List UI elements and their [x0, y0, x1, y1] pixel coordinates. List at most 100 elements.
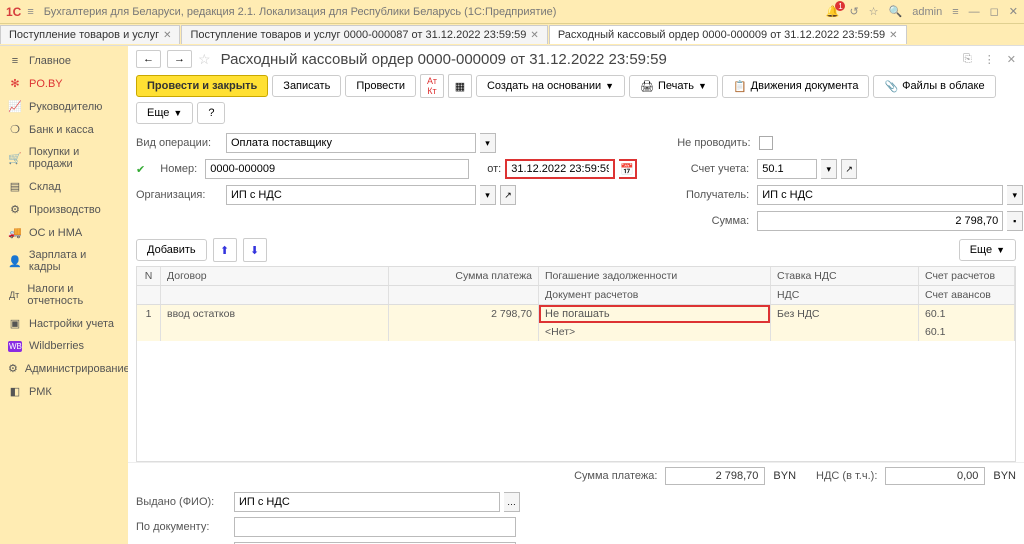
sidebar-item-os[interactable]: 🚚ОС и НМА — [0, 221, 128, 244]
help-button[interactable]: ? — [197, 102, 225, 124]
operation-type-dropdown-icon[interactable]: ▾ — [480, 133, 496, 153]
sidebar-item-tax[interactable]: ДтНалоги и отчетность — [0, 278, 128, 312]
history-icon[interactable]: ↺ — [849, 5, 858, 18]
sum-calc-icon[interactable]: ▪ — [1007, 211, 1023, 231]
issued-input[interactable] — [234, 492, 500, 512]
maximize-icon[interactable]: ◻ — [990, 5, 999, 18]
sidebar-item-stock[interactable]: ▤Склад — [0, 175, 128, 198]
number-input[interactable] — [205, 159, 469, 179]
sidebar-item-poby[interactable]: ✻PO.BY — [0, 72, 128, 95]
cell-n[interactable]: 1 — [137, 305, 161, 323]
main-menu-icon[interactable]: ≡ — [27, 6, 33, 18]
more-button[interactable]: Еще ▼ — [136, 102, 193, 124]
organization-input[interactable] — [226, 185, 476, 205]
settings-icon[interactable]: ≡ — [952, 6, 958, 18]
account-open-icon[interactable]: ↗ — [841, 159, 857, 179]
close-window-icon[interactable]: ✕ — [1009, 5, 1018, 18]
nav-back-button[interactable]: ← — [136, 50, 161, 68]
sidebar-item-salary[interactable]: 👤Зарплата и кадры — [0, 244, 128, 278]
grid-more-button[interactable]: Еще ▼ — [959, 239, 1016, 261]
favorite-icon[interactable]: ☆ — [869, 5, 879, 18]
tab-0[interactable]: Поступление товаров и услуг✕ — [0, 25, 180, 44]
account-input[interactable] — [757, 159, 817, 179]
dtkt-button[interactable]: АтКт — [420, 74, 444, 98]
sidebar-item-rmk[interactable]: ◧ РМК — [0, 380, 128, 403]
grid-empty-area[interactable] — [137, 341, 1015, 461]
chart-icon: 📈 — [8, 100, 22, 113]
col-doc-header[interactable]: Документ расчетов — [539, 286, 771, 304]
col-nds-header[interactable]: НДС — [771, 286, 919, 304]
organization-open-icon[interactable]: ↗ — [500, 185, 516, 205]
sidebar-item-director[interactable]: 📈Руководителю — [0, 95, 128, 118]
bydoc-input[interactable] — [234, 517, 516, 537]
sidebar-item-bank[interactable]: ❍Банк и касса — [0, 118, 128, 141]
nav-forward-button[interactable]: → — [167, 50, 192, 68]
account-dropdown-icon[interactable]: ▾ — [821, 159, 837, 179]
tab-1[interactable]: Поступление товаров и услуг 0000-000087 … — [181, 25, 547, 44]
rmk-icon: ◧ — [8, 385, 22, 398]
link-icon[interactable]: ⎘ — [963, 53, 972, 66]
sidebar-item-label: РМК — [29, 386, 52, 398]
cell-acc2[interactable]: 60.1 — [919, 323, 1015, 341]
tab-2[interactable]: Расходный кассовый ордер 0000-000009 от … — [549, 25, 907, 44]
col-n-header[interactable]: N — [137, 267, 161, 285]
col-vat-header[interactable]: Ставка НДС — [771, 267, 919, 285]
organization-dropdown-icon[interactable]: ▾ — [480, 185, 496, 205]
print-button[interactable]: 🖨 Печать ▼ — [629, 75, 718, 98]
recipient-dropdown-icon[interactable]: ▾ — [1007, 185, 1023, 205]
col-acc-header[interactable]: Счет расчетов — [919, 267, 1015, 285]
notification-badge: 1 — [835, 1, 845, 11]
close-panel-icon[interactable]: ✕ — [1007, 53, 1016, 66]
minimize-icon[interactable]: — — [969, 6, 980, 18]
star-icon[interactable]: ☆ — [198, 51, 211, 68]
sidebar-item-sales[interactable]: 🛒Покупки и продажи — [0, 141, 128, 175]
cell-doc[interactable]: <Нет> — [539, 323, 771, 341]
sidebar-item-settings[interactable]: ▣Настройки учета — [0, 312, 128, 335]
sidebar-item-label: Налоги и отчетность — [27, 283, 120, 307]
no-post-checkbox[interactable] — [759, 136, 773, 150]
cell-vat[interactable]: Без НДС — [771, 305, 919, 323]
save-button[interactable]: Записать — [272, 75, 341, 97]
notification-icon[interactable]: 🔔1 — [826, 5, 840, 18]
sidebar-item-wb[interactable]: WBWildberries — [0, 335, 128, 357]
search-icon[interactable]: 🔍 — [889, 5, 903, 18]
cell-repayment[interactable]: Не погашать — [539, 305, 770, 323]
issued-open-icon[interactable]: … — [504, 492, 520, 512]
cell-contract[interactable]: ввод остатков — [161, 305, 389, 323]
sidebar-item-main[interactable]: ≡Главное — [0, 50, 128, 72]
truck-icon: 🚚 — [8, 226, 22, 239]
sidebar-item-prod[interactable]: ⚙Производство — [0, 198, 128, 221]
sum-input[interactable] — [757, 211, 1003, 231]
tab-close-icon[interactable]: ✕ — [889, 30, 897, 41]
menu-triple-icon[interactable]: ⋮ — [984, 53, 995, 66]
user-label[interactable]: admin — [912, 6, 942, 18]
add-row-button[interactable]: Добавить — [136, 239, 207, 261]
create-based-button[interactable]: Создать на основании ▼ — [476, 75, 625, 97]
summary-sum-value: 2 798,70 — [665, 467, 765, 485]
col-repayment-header[interactable]: Погашение задолженности — [539, 267, 771, 285]
col-sum-header[interactable]: Сумма платежа — [389, 267, 539, 285]
unknown-button[interactable]: ▦ — [448, 74, 472, 98]
col-acc2-header[interactable]: Счет авансов — [919, 286, 1015, 304]
posted-icon: ✔ — [136, 163, 145, 176]
recipient-input[interactable] — [757, 185, 1003, 205]
tab-close-icon[interactable]: ✕ — [530, 30, 538, 41]
sidebar-item-admin[interactable]: ⚙Администрирование — [0, 357, 128, 380]
cloud-files-button[interactable]: 📎 Файлы в облаке — [873, 75, 995, 98]
date-input[interactable] — [505, 159, 615, 179]
admin-icon: ⚙ — [8, 362, 18, 375]
cell-nds[interactable] — [771, 323, 919, 341]
move-down-button[interactable]: ⬇ — [243, 238, 267, 262]
tab-close-icon[interactable]: ✕ — [163, 30, 171, 41]
post-button[interactable]: Провести — [345, 75, 416, 97]
cell-repayment-wrapper[interactable]: Не погашать — [539, 305, 771, 323]
cell-sum[interactable]: 2 798,70 — [389, 305, 539, 323]
operation-type-input[interactable] — [226, 133, 476, 153]
move-up-button[interactable]: ⬆ — [213, 238, 237, 262]
col-contract-header[interactable]: Договор — [161, 267, 389, 285]
cell-acc[interactable]: 60.1 — [919, 305, 1015, 323]
sidebar-item-label: PO.BY — [29, 78, 63, 90]
movements-button[interactable]: 📋 Движения документа — [722, 75, 870, 98]
calendar-icon[interactable]: 📅 — [619, 159, 637, 179]
post-and-close-button[interactable]: Провести и закрыть — [136, 75, 268, 97]
